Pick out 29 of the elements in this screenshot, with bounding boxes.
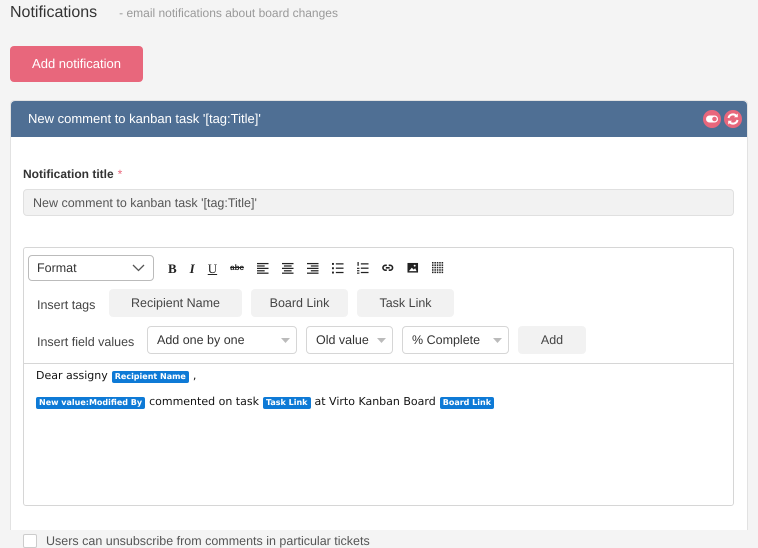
tag-chip: Task Link [262, 396, 310, 408]
insert-tag-button[interactable]: Recipient Name [109, 289, 242, 317]
dropdown-select[interactable]: Old value [306, 326, 393, 354]
body-text: at Virto Kanban Board [314, 394, 436, 410]
dropdown-select[interactable]: % Complete [402, 326, 509, 354]
page-subtitle: - email notifications about board changes [119, 5, 338, 22]
insert-tags-label: Insert tags [37, 297, 96, 314]
underline-button[interactable]: U [208, 262, 218, 274]
body-text: commented on task [149, 394, 259, 410]
insert-tag-button[interactable]: Board Link [251, 289, 348, 317]
body-text: Dear assigny [36, 368, 108, 384]
checkbox-label: Users can unsubscribe from comments in particular tickets [46, 533, 370, 548]
title-input[interactable]: New comment to kanban task '[tag:Title]' [23, 189, 734, 216]
strikethrough-button[interactable]: abc [230, 264, 244, 272]
italic-button[interactable]: I [190, 262, 195, 274]
panel-title: New comment to kanban task '[tag:Title]' [28, 110, 261, 128]
bold-button[interactable]: B [168, 262, 177, 274]
page-title: Notifications [10, 3, 98, 23]
tag-chip: Board Link [440, 396, 494, 408]
format-select[interactable]: Format [28, 255, 154, 281]
dropdown-select[interactable]: Add one by one [147, 326, 297, 354]
insert-field-values-label: Insert field values [37, 334, 136, 352]
required-mark: * [118, 166, 122, 183]
tag-chip: Recipient Name [112, 370, 189, 382]
field-label: Notification title [23, 166, 114, 183]
tag-chip: New value:Modified By [36, 396, 146, 408]
add-field-button[interactable]: Add [518, 326, 586, 354]
body-text: , [192, 368, 196, 384]
insert-tag-button[interactable]: Task Link [357, 289, 454, 317]
